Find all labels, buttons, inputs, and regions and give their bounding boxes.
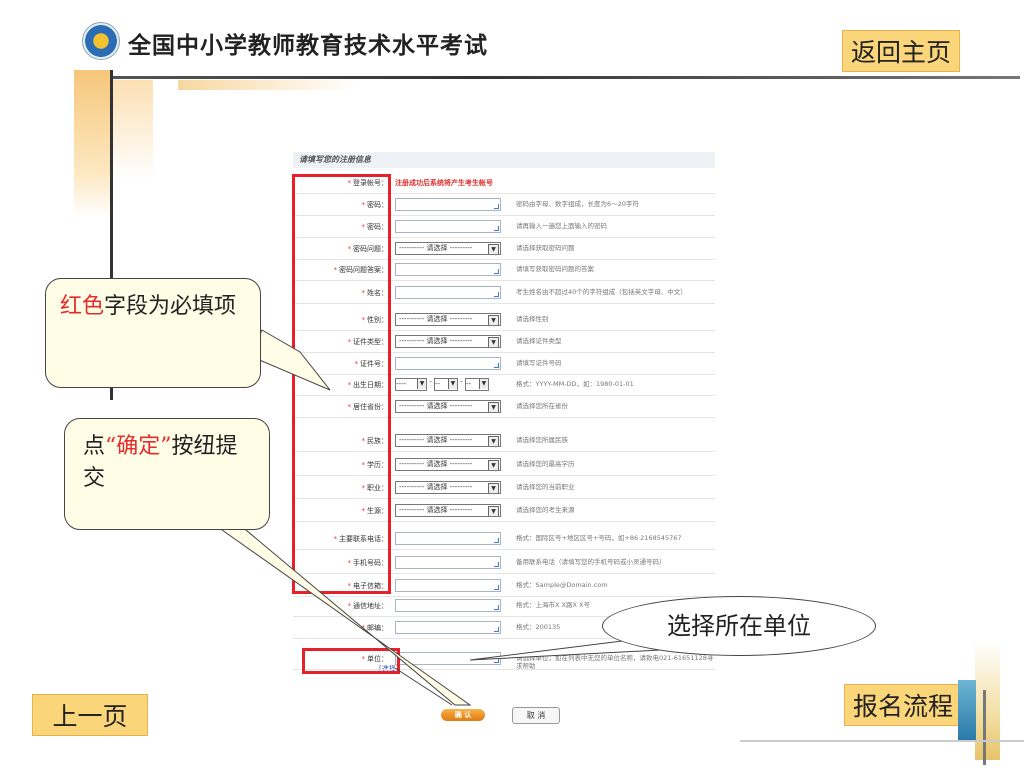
decor-blue-bar (958, 680, 976, 740)
callout-highlight: 红色 (60, 294, 105, 319)
required-callout-tail (249, 329, 331, 391)
select-unit-callout: 选择所在单位 (602, 596, 876, 656)
confirm-callout-tail (213, 524, 472, 706)
decor-line (983, 690, 986, 765)
required-fields-callout: 红色字段为必填项 (45, 278, 261, 388)
decor-corner (975, 640, 1000, 760)
callout-text: 字段为必填项 (104, 294, 237, 319)
callout-text: 点 (83, 434, 106, 459)
decor-line (740, 740, 1024, 742)
callout-highlight: “确定” (105, 434, 172, 459)
prev-page-button[interactable]: 上一页 (32, 694, 148, 736)
confirm-callout: 点“确定”按纽提交 (64, 418, 270, 530)
registration-flow-button[interactable]: 报名流程 (844, 684, 963, 726)
